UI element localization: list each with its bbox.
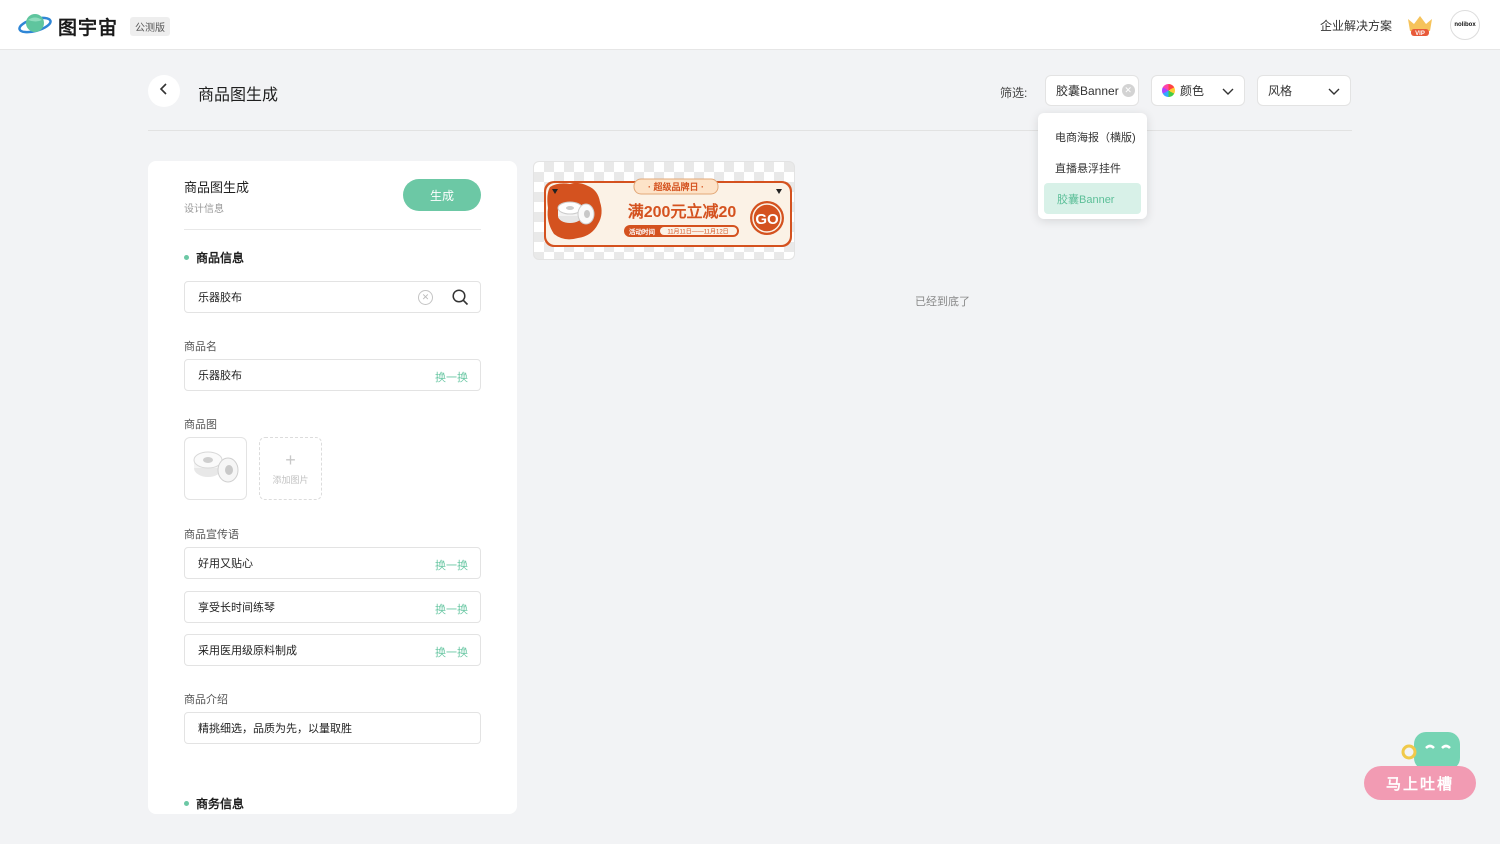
user-avatar[interactable]: nolibox	[1450, 10, 1480, 40]
generate-button[interactable]: 生成	[403, 179, 481, 211]
tape-roll-image	[190, 446, 242, 491]
plus-icon: +	[285, 449, 296, 470]
filter-type-value: 胶囊Banner	[1056, 84, 1119, 98]
search-icon[interactable]	[452, 289, 469, 309]
chevron-down-icon	[1222, 85, 1234, 100]
design-info-panel: 商品图生成 设计信息 生成 商品信息 乐器胶布 ✕ 商品名 乐器胶布 换一换 商…	[148, 161, 517, 814]
product-image-thumbnail[interactable]	[184, 437, 247, 500]
result-card-capsule-banner[interactable]: · 超级品牌日 · 满200元立减20 活动时间 11月11日——11月12日 …	[533, 161, 795, 260]
filter-color-select[interactable]: 颜色	[1151, 75, 1245, 106]
section-business-info: 商务信息	[184, 795, 244, 812]
add-image-button[interactable]: + 添加图片	[259, 437, 322, 500]
capsule-banner-preview: · 超级品牌日 · 满200元立减20 活动时间 11月11日——11月12日 …	[544, 178, 792, 247]
banner-time-range: 11月11日——11月12日	[667, 229, 728, 236]
dropdown-item-live-widget[interactable]: 直播悬浮挂件	[1044, 152, 1141, 183]
intro-field[interactable]: 精挑细选，品质为先，以量取胜	[184, 712, 481, 744]
slogan-label: 商品宣传语	[184, 529, 239, 541]
clear-icon[interactable]: ✕	[418, 290, 433, 305]
filter-style-select[interactable]: 风格	[1257, 75, 1351, 106]
add-image-label: 添加图片	[272, 474, 309, 485]
filter-label: 筛选:	[1000, 86, 1028, 100]
app-logo[interactable]: 图宇宙 公测版	[18, 11, 171, 42]
banner-cta: GO	[755, 211, 779, 228]
filter-type-select[interactable]: 胶囊Banner ✕	[1045, 75, 1139, 106]
feedback-label: 马上吐槽	[1364, 766, 1476, 800]
type-dropdown-menu: 电商海报（横版) 直播悬浮挂件 胶囊Banner	[1038, 113, 1147, 219]
chevron-down-icon	[1328, 85, 1340, 100]
slogan-value: 好用又贴心	[198, 558, 253, 570]
panel-title: 商品图生成	[184, 180, 250, 195]
dropdown-item-capsule-banner[interactable]: 胶囊Banner	[1044, 183, 1141, 214]
back-button[interactable]	[148, 75, 180, 107]
section-product-info-label: 商品信息	[196, 251, 245, 265]
dropdown-item-ecommerce-poster[interactable]: 电商海报（横版)	[1044, 121, 1141, 152]
beta-badge: 公测版	[130, 17, 171, 36]
feedback-button[interactable]: 马上吐槽	[1362, 730, 1478, 802]
swap-button[interactable]: 换一换	[435, 369, 468, 385]
swap-button[interactable]: 换一换	[435, 557, 468, 573]
slogan-field-1[interactable]: 好用又贴心 换一换	[184, 547, 481, 579]
banner-time-label: 活动时间	[629, 227, 656, 236]
swap-button[interactable]: 换一换	[435, 601, 468, 617]
product-search-input[interactable]: 乐器胶布 ✕	[184, 281, 481, 313]
clear-filter-icon[interactable]: ✕	[1121, 84, 1135, 97]
slogan-field-2[interactable]: 享受长时间练琴 换一换	[184, 591, 481, 623]
slogan-value: 享受长时间练琴	[198, 602, 275, 614]
panel-subtitle: 设计信息	[184, 204, 224, 215]
filter-style-label: 风格	[1268, 84, 1293, 98]
enterprise-solutions-link[interactable]: 企业解决方案	[1320, 17, 1392, 34]
swap-button[interactable]: 换一换	[435, 644, 468, 660]
section-dot	[184, 801, 189, 806]
banner-headline: 满200元立减20	[628, 202, 737, 221]
section-product-info: 商品信息	[184, 249, 244, 266]
page-title: 商品图生成	[198, 87, 279, 104]
banner-tag: · 超级品牌日 ·	[648, 181, 704, 192]
filter-color-label: 颜色	[1180, 84, 1205, 98]
chevron-left-icon	[158, 82, 170, 100]
slogan-field-3[interactable]: 采用医用级原料制成 换一换	[184, 634, 481, 666]
planet-logo-icon	[18, 11, 52, 42]
product-name-value: 乐器胶布	[198, 370, 242, 382]
panel-divider	[184, 229, 481, 230]
top-nav-bar: 图宇宙 公测版 企业解决方案 VIP nolibox	[0, 0, 1500, 50]
slogan-value: 采用医用级原料制成	[198, 645, 297, 657]
app-name: 图宇宙	[58, 18, 119, 39]
section-business-info-label: 商务信息	[196, 797, 245, 811]
vip-label: VIP	[1415, 31, 1425, 37]
end-of-list-text: 已经到底了	[915, 296, 970, 308]
product-image-label: 商品图	[184, 419, 217, 431]
intro-label: 商品介绍	[184, 694, 228, 706]
vip-crown-icon[interactable]: VIP	[1405, 13, 1435, 42]
section-dot	[184, 255, 189, 260]
product-search-value: 乐器胶布	[198, 292, 242, 304]
color-wheel-icon	[1162, 84, 1175, 97]
product-name-label: 商品名	[184, 341, 217, 353]
product-name-field[interactable]: 乐器胶布 换一换	[184, 359, 481, 391]
header-divider	[148, 130, 1352, 131]
intro-value: 精挑细选，品质为先，以量取胜	[198, 723, 352, 735]
